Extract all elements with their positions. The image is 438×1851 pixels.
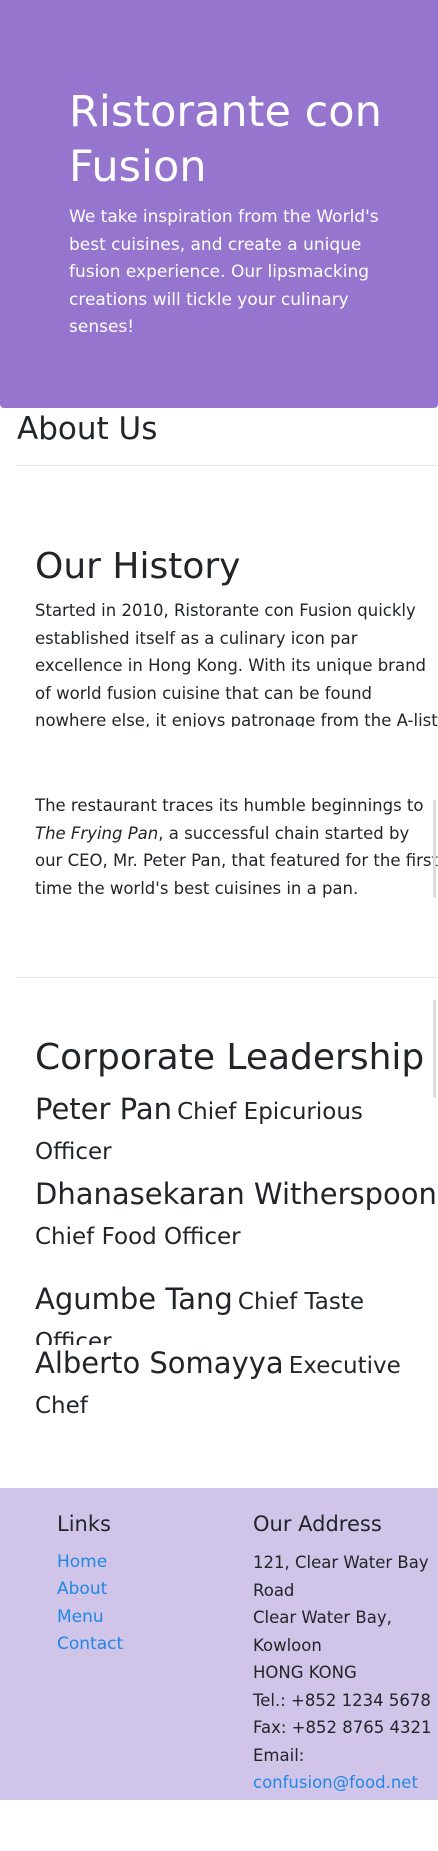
email-link[interactable]: confusion@food.net xyxy=(253,1773,418,1792)
footer-link-about[interactable]: About xyxy=(57,1576,107,1604)
card-scrollbar[interactable] xyxy=(433,1000,436,1098)
page-title-about: About Us xyxy=(17,411,158,447)
hero-title: Ristorante con Fusion xyxy=(69,87,382,192)
history-paragraph-1: Started in 2010, Ristorante con Fusion q… xyxy=(35,601,438,727)
address-block: 121, Clear Water Bay Road Clear Water Ba… xyxy=(253,1549,438,1797)
address-heading: Our Address xyxy=(253,1512,382,1536)
history-heading: Our History xyxy=(35,546,241,587)
card-scrollbar[interactable] xyxy=(433,800,436,898)
leader-alberto-somayya: Alberto Somayya Executive Chef xyxy=(35,1344,438,1427)
frying-pan-title: The Frying Pan xyxy=(35,823,159,843)
leadership-heading: Corporate Leadership xyxy=(35,1037,425,1078)
address-line: 121, Clear Water Bay Road xyxy=(253,1553,429,1600)
leader-role: Chief Food Officer xyxy=(35,1224,241,1250)
leader-peter-pan: Peter Pan Chief Epicurious Officer xyxy=(35,1090,438,1173)
footer-link-home[interactable]: Home xyxy=(57,1549,107,1577)
leader-name: Agumbe Tang xyxy=(35,1282,233,1316)
leader-name: Peter Pan xyxy=(35,1092,172,1126)
divider xyxy=(17,977,438,978)
phone-number: Tel.: +852 1234 5678 xyxy=(253,1690,431,1710)
address-line: Clear Water Bay, Kowloon xyxy=(253,1608,392,1655)
footer-link-menu[interactable]: Menu xyxy=(57,1604,104,1632)
leader-name: Dhanasekaran Witherspoon xyxy=(35,1177,437,1211)
footer: Links Home About Menu Contact Our Addres… xyxy=(0,1488,438,1800)
divider xyxy=(17,465,438,466)
hero-jumbotron: Ristorante con Fusion We take inspiratio… xyxy=(0,0,438,408)
hero-text: We take inspiration from the World's bes… xyxy=(69,207,379,337)
leader-name: Alberto Somayya xyxy=(35,1346,284,1380)
email-label: Email: xyxy=(253,1745,305,1765)
leader-dhanasekaran-witherspoon: Dhanasekaran Witherspoon Chief Food Offi… xyxy=(35,1175,438,1258)
fax-number: Fax: +852 8765 4321 xyxy=(253,1718,432,1737)
links-heading: Links xyxy=(57,1512,111,1536)
address-line: HONG KONG xyxy=(253,1663,357,1682)
history-paragraph-2-intro: The restaurant traces its humble beginni… xyxy=(35,796,424,815)
footer-link-contact[interactable]: Contact xyxy=(57,1631,123,1659)
history-paragraph-2: The restaurant traces its humble beginni… xyxy=(35,792,438,902)
